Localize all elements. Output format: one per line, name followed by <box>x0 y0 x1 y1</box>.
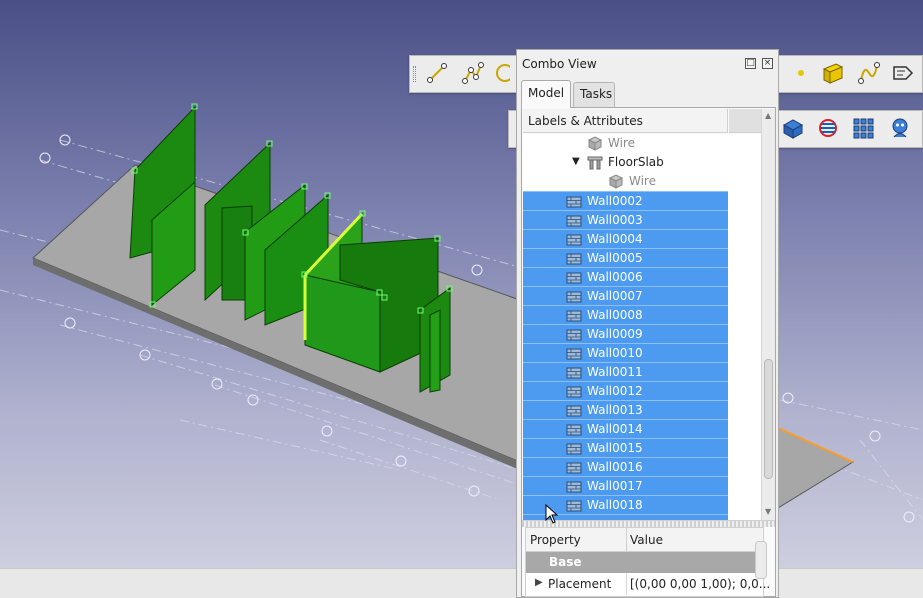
tree-item-label: Wall0003 <box>587 213 643 227</box>
property-header: Property Value <box>526 528 763 552</box>
tree-item-label: Wall0002 <box>587 194 643 208</box>
tree-item-wall[interactable]: Wall0014 <box>523 419 728 438</box>
point-tool-icon[interactable] <box>788 60 814 86</box>
tree-item-label: Wall0012 <box>587 384 643 398</box>
tree-item-label: Wall0007 <box>587 289 643 303</box>
tree-item-wall[interactable]: Wall0016 <box>523 457 728 476</box>
tree-item-label: Wall0011 <box>587 365 643 379</box>
wall-icon <box>566 384 582 399</box>
rebar-icon[interactable] <box>815 115 841 141</box>
tree-item-wall[interactable]: Wall0015 <box>523 438 728 457</box>
tab-tasks[interactable]: Tasks <box>573 82 615 107</box>
scroll-down-icon[interactable]: ▼ <box>765 507 771 516</box>
property-row-placement[interactable]: ▶ Placement [(0,00 0,00 1,00); 0,0... <box>526 573 770 595</box>
wire-tool-icon[interactable] <box>460 60 486 86</box>
tree-item-wall[interactable]: Wall0011 <box>523 362 728 381</box>
tree-item-label: Wall0015 <box>587 441 643 455</box>
tree-column-header[interactable]: Labels & Attributes <box>523 109 728 133</box>
property-value[interactable]: [(0,00 0,00 1,00); 0,0... <box>630 577 770 591</box>
wall-icon <box>566 327 582 342</box>
expand-arrow-icon[interactable]: ▶ <box>535 577 543 588</box>
wall-icon <box>566 346 582 361</box>
tree-item-wall[interactable]: Wall0005 <box>523 248 728 267</box>
tree-item-wall[interactable]: Wall0012 <box>523 381 728 400</box>
tree-item-label: Wire <box>608 136 635 150</box>
wall-icon <box>566 460 582 475</box>
tree-item-label: Wall0005 <box>587 251 643 265</box>
human-figure-icon[interactable] <box>887 115 913 141</box>
wall-icon <box>566 498 582 513</box>
property-scrollbar[interactable] <box>755 541 767 579</box>
tree-item-wire[interactable]: Wire <box>523 172 728 191</box>
tree-scrollbar[interactable]: ▲ ▼ <box>761 109 775 520</box>
model-tab-content: Labels & Attributes Wire ▼ FloorSlab Wir… <box>521 107 776 597</box>
toolbar-grip[interactable] <box>413 66 416 82</box>
tree-item-wall[interactable]: Wall0010 <box>523 343 728 362</box>
property-name: Placement <box>548 577 612 591</box>
property-column-header[interactable]: Property <box>530 533 581 547</box>
grid-array-icon[interactable] <box>851 115 877 141</box>
scrollbar-thumb[interactable] <box>764 359 773 479</box>
wall-icon <box>566 479 582 494</box>
close-icon[interactable]: × <box>762 58 773 69</box>
wall-icon <box>566 251 582 266</box>
facebinder-icon[interactable] <box>820 60 846 86</box>
tree-item-label: Wall0016 <box>587 460 643 474</box>
section-plane-icon[interactable] <box>780 115 806 141</box>
tree-item-label: Wall0013 <box>587 403 643 417</box>
dimension-tool-icon[interactable] <box>890 60 916 86</box>
tree-item-label: Wall0004 <box>587 232 643 246</box>
tree-item-wall[interactable]: Wall0002 <box>523 191 728 210</box>
wire-cube-icon <box>608 174 624 189</box>
tree-item-wall[interactable]: Wall0009 <box>523 324 728 343</box>
scroll-up-icon[interactable]: ▲ <box>765 111 771 120</box>
tree-item-label: Wall0006 <box>587 270 643 284</box>
tree-item-label: Wall0010 <box>587 346 643 360</box>
tree-item-label: Wall0017 <box>587 479 643 493</box>
wall-icon <box>566 365 582 380</box>
tab-model[interactable]: Model <box>521 80 571 108</box>
tree-item-wall[interactable]: Wall0008 <box>523 305 728 324</box>
wall-icon <box>566 232 582 247</box>
circle-tool-icon[interactable] <box>494 60 510 86</box>
wire-cube-icon <box>587 136 603 151</box>
status-bar <box>0 568 923 598</box>
tree-item-label: Wall0014 <box>587 422 643 436</box>
wall-icon <box>566 308 582 323</box>
tree-item-label: Wall0008 <box>587 308 643 322</box>
tree-item-wall[interactable]: Wall0003 <box>523 210 728 229</box>
mouse-cursor-icon <box>545 503 559 527</box>
tree-item-wall[interactable]: Wall0017 <box>523 476 728 495</box>
wall-icon <box>566 441 582 456</box>
wall-icon <box>566 289 582 304</box>
bspline-tool-icon[interactable] <box>856 60 882 86</box>
tree-property-splitter[interactable] <box>522 520 775 527</box>
tree-item-floorslab[interactable]: ▼ FloorSlab <box>523 153 728 172</box>
structure-icon <box>587 155 603 170</box>
collapse-arrow-icon[interactable]: ▼ <box>572 156 580 167</box>
tree-item-label: Wall0009 <box>587 327 643 341</box>
model-tree[interactable]: Wire ▼ FloorSlab Wire Wall0002 Wall0003 … <box>523 134 761 520</box>
tree-item-label: Wall0018 <box>587 498 643 512</box>
tree-item-label: Wire <box>629 174 656 188</box>
tree-item-wall[interactable]: Wall0006 <box>523 267 728 286</box>
property-group-base: Base <box>526 552 763 573</box>
float-panel-icon[interactable]: □ <box>745 58 756 69</box>
tree-item-label: FloorSlab <box>608 155 664 169</box>
value-column-header[interactable]: Value <box>630 533 663 547</box>
wall-icon <box>566 194 582 209</box>
tree-item-wire[interactable]: Wire <box>523 134 728 153</box>
tree-item-wall[interactable]: Wall0007 <box>523 286 728 305</box>
property-view: Property Value Base ▶ Placement [(0,00 0… <box>525 527 770 597</box>
property-group-label: Base <box>549 555 582 569</box>
wall-icon <box>566 213 582 228</box>
line-tool-icon[interactable] <box>424 60 450 86</box>
tree-item-wall[interactable]: Wall0013 <box>523 400 728 419</box>
tree-header-filler <box>729 109 761 133</box>
combo-view-title: Combo View <box>522 57 597 71</box>
wall-icon <box>566 270 582 285</box>
tree-item-wall[interactable]: Wall0004 <box>523 229 728 248</box>
wall-icon <box>566 422 582 437</box>
wall-icon <box>566 403 582 418</box>
